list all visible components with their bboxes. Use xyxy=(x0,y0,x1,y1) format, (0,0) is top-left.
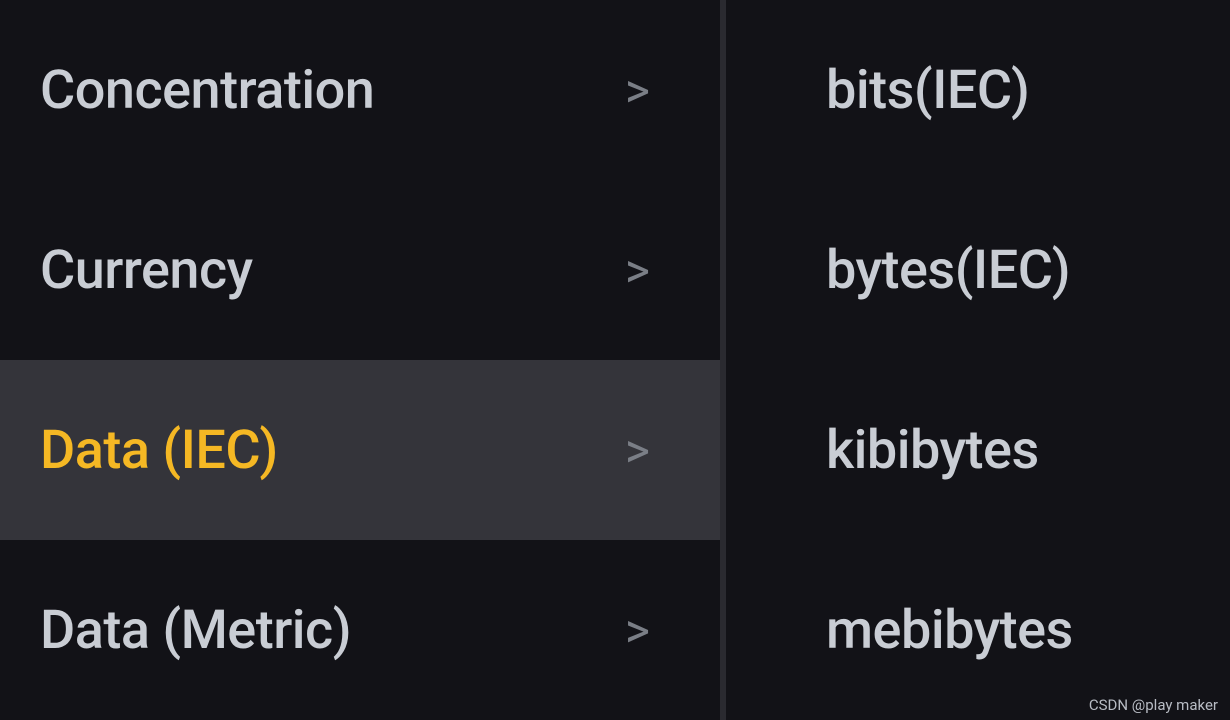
unit-item-mebibytes[interactable]: mebibytes xyxy=(726,540,1230,720)
category-panel: Concentration > Currency > Data (IEC) > … xyxy=(0,0,720,720)
chevron-right-icon: > xyxy=(625,242,650,299)
category-item-currency[interactable]: Currency > xyxy=(0,180,720,360)
unit-item-kibibytes[interactable]: kibibytes xyxy=(726,360,1230,540)
category-label: Data (Metric) xyxy=(40,599,351,662)
category-label: Data (IEC) xyxy=(40,419,278,482)
watermark-text: CSDN @play maker xyxy=(1089,696,1218,714)
unit-panel: bits(IEC) bytes(IEC) kibibytes mebibytes xyxy=(726,0,1230,720)
category-item-data-metric[interactable]: Data (Metric) > xyxy=(0,540,720,720)
category-label: Currency xyxy=(40,239,253,302)
category-item-concentration[interactable]: Concentration > xyxy=(0,0,720,180)
category-item-data-iec[interactable]: Data (IEC) > xyxy=(0,360,720,540)
chevron-right-icon: > xyxy=(625,62,650,119)
unit-label: bytes(IEC) xyxy=(826,239,1070,302)
unit-label: kibibytes xyxy=(826,419,1039,482)
chevron-right-icon: > xyxy=(625,602,650,659)
unit-label: bits(IEC) xyxy=(826,59,1029,122)
unit-label: mebibytes xyxy=(826,599,1073,662)
unit-item-bytes-iec[interactable]: bytes(IEC) xyxy=(726,180,1230,360)
category-label: Concentration xyxy=(40,59,374,122)
unit-item-bits-iec[interactable]: bits(IEC) xyxy=(726,0,1230,180)
chevron-right-icon: > xyxy=(625,422,650,479)
